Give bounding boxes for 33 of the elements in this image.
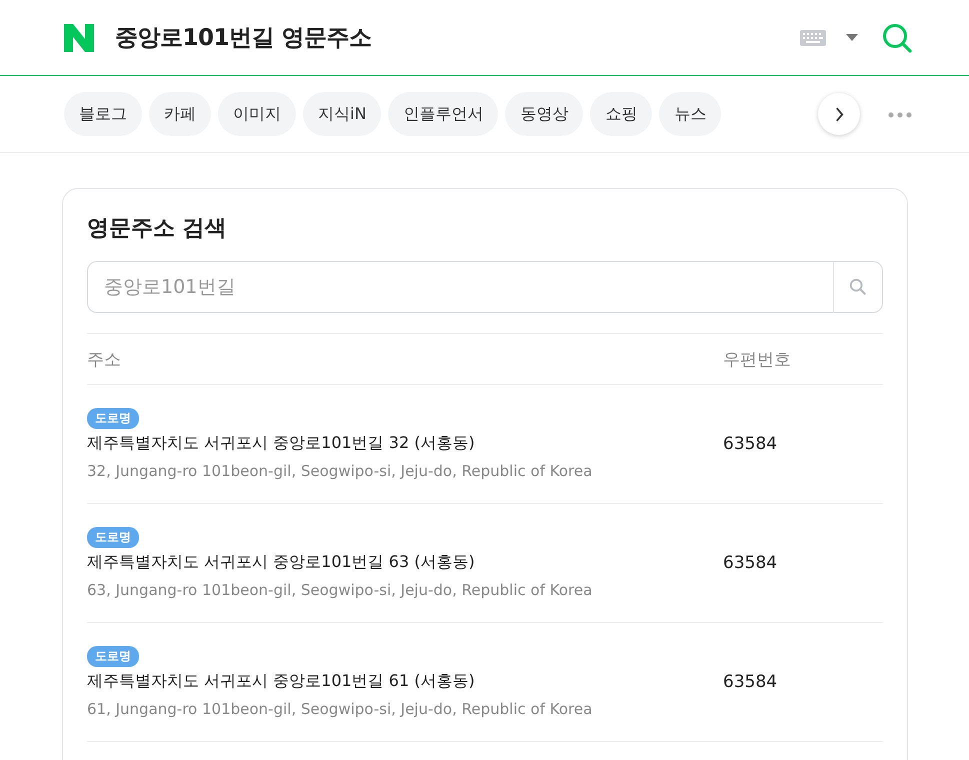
category-tab[interactable]: 동영상 — [505, 92, 584, 136]
category-tab[interactable]: 블로그 — [64, 92, 142, 136]
postcode: 63584 — [723, 434, 778, 454]
keyboard-icon[interactable] — [800, 30, 826, 46]
postcode: 63584 — [723, 672, 778, 692]
category-tab[interactable]: 카페 — [149, 92, 211, 136]
column-header: 주소 — [87, 348, 122, 370]
category-tab[interactable]: 인플루언서 — [388, 92, 498, 136]
category-tab[interactable]: 뉴스 — [659, 92, 722, 136]
search-icon[interactable] — [849, 278, 867, 296]
english-address: 32, Jungang-ro 101beon-gil, Seogwipo-si, Jeju-do, Republic of Korea — [87, 462, 592, 480]
english-address: 63, Jungang-ro 101beon-gil, Seogwipo-si, Jeju-do, Republic of Korea — [87, 581, 592, 599]
english-address: 61, Jungang-ro 101beon-gil, Seogwipo-si, Jeju-do, Republic of Korea — [87, 700, 592, 718]
korean-address: 제주특별자치도 서귀포시 중앙로101번길 63 (서홍동) — [87, 552, 475, 573]
search-field[interactable]: 중앙로101번길 — [87, 261, 833, 313]
korean-address: 제주특별자치도 서귀포시 중앙로101번길 61 (서홍동) — [87, 671, 475, 692]
road-badge: 도로명 — [87, 527, 139, 548]
postcode: 63584 — [723, 553, 778, 573]
more-icon[interactable] — [888, 112, 912, 118]
category-tab[interactable]: 쇼핑 — [590, 92, 652, 136]
column-header: 우편번호 — [723, 348, 792, 370]
card-title: 영문주소 검색 — [87, 215, 228, 243]
logo-icon[interactable] — [64, 24, 94, 52]
search-icon[interactable] — [882, 22, 912, 52]
caret-icon[interactable] — [846, 34, 858, 41]
road-badge: 도로명 — [87, 408, 139, 429]
korean-address: 제주특별자치도 서귀포시 중앙로101번길 32 (서홍동) — [87, 433, 475, 454]
category-tab[interactable]: 이미지 — [218, 92, 296, 136]
road-badge: 도로명 — [87, 646, 139, 667]
search-button[interactable] — [833, 261, 883, 313]
chevron-right-icon[interactable] — [834, 106, 844, 122]
category-tab[interactable]: 지식iN — [303, 92, 382, 136]
page-title: 중앙로101번길 영문주소 — [115, 24, 373, 53]
